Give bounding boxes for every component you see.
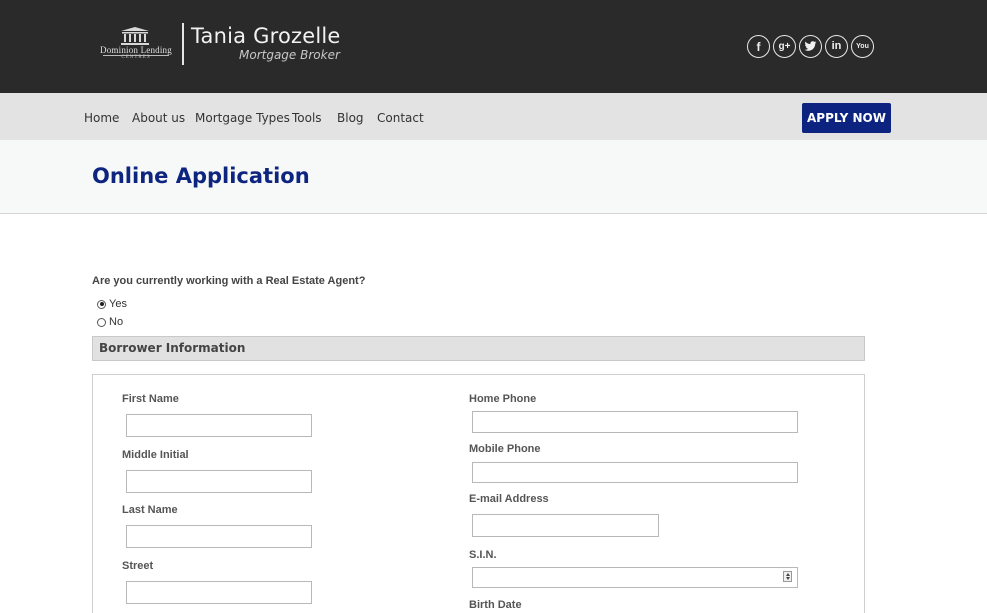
middle-initial-label: Middle Initial: [122, 449, 189, 461]
page-title: Online Application: [92, 164, 310, 188]
nav-item-contact[interactable]: Contact: [377, 111, 424, 125]
street-label: Street: [122, 560, 154, 572]
radio-yes-label: Yes: [109, 298, 127, 310]
nav-item-mortgage-types[interactable]: Mortgage Types: [195, 111, 290, 125]
logo-brand-text: Dominion Lending: [100, 45, 172, 55]
social-links: f g+ in You: [747, 35, 874, 58]
logo-divider: [182, 23, 184, 65]
radio-no[interactable]: [97, 317, 106, 327]
youtube-icon[interactable]: You: [851, 35, 874, 58]
last-name-field[interactable]: [126, 525, 312, 548]
dominion-lending-logo[interactable]: Dominion Lending CENTRES: [100, 27, 172, 61]
twitter-icon[interactable]: [799, 35, 822, 58]
apply-now-button[interactable]: APPLY NOW: [802, 103, 891, 133]
agent-option-yes[interactable]: Yes: [97, 298, 127, 310]
section-title: Borrower Information: [99, 341, 246, 355]
first-name-label: First Name: [122, 393, 179, 405]
radio-no-label: No: [109, 316, 124, 328]
facebook-icon[interactable]: f: [747, 35, 770, 58]
sin-spinner[interactable]: [783, 571, 792, 582]
first-name-field[interactable]: [126, 414, 312, 437]
linkedin-icon[interactable]: in: [825, 35, 848, 58]
radio-yes[interactable]: [97, 299, 106, 309]
google-plus-icon[interactable]: g+: [773, 35, 796, 58]
birth-date-label: Birth Date: [469, 599, 522, 611]
email-label: E-mail Address: [469, 493, 549, 505]
mobile-phone-label: Mobile Phone: [469, 443, 541, 455]
mobile-phone-field[interactable]: [472, 462, 798, 483]
home-phone-label: Home Phone: [469, 393, 537, 405]
agent-option-no[interactable]: No: [97, 316, 123, 328]
agent-question-label: Are you currently working with a Real Es…: [92, 275, 366, 287]
nav-item-about[interactable]: About us: [132, 111, 185, 125]
nav-item-blog[interactable]: Blog: [337, 111, 364, 125]
broker-name: Tania Grozelle: [191, 24, 341, 48]
home-phone-field[interactable]: [472, 411, 798, 433]
last-name-label: Last Name: [122, 504, 178, 516]
columns-icon: [120, 27, 150, 45]
broker-title: Mortgage Broker: [239, 48, 340, 62]
sin-field[interactable]: [472, 567, 798, 588]
nav-item-home[interactable]: Home: [84, 111, 119, 125]
logo-brand-subtext: CENTRES: [121, 55, 151, 60]
sin-label: S.I.N.: [469, 549, 497, 561]
street-field[interactable]: [126, 581, 312, 604]
email-field[interactable]: [472, 514, 659, 537]
middle-initial-field[interactable]: [126, 470, 312, 493]
nav-item-tools[interactable]: Tools: [292, 111, 322, 125]
